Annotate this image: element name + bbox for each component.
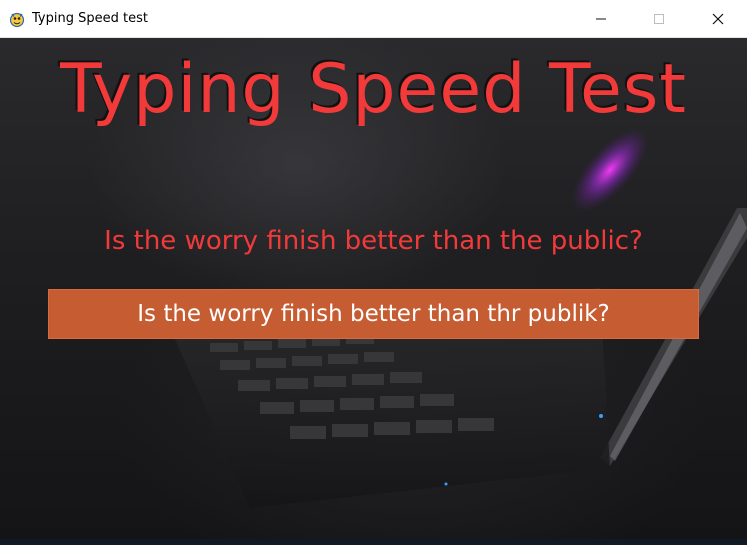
minimize-button[interactable] <box>572 0 630 38</box>
window-bottom-edge <box>0 539 747 545</box>
page-title: Typing Speed Test <box>60 50 687 129</box>
window-title: Typing Speed test <box>32 11 148 26</box>
close-button[interactable] <box>689 0 747 38</box>
close-icon <box>712 13 724 25</box>
title-bar: Typing Speed test <box>0 0 747 38</box>
minimize-icon <box>596 18 606 20</box>
maximize-icon <box>654 14 664 24</box>
typed-text: Is the worry finish better than thr publ… <box>137 301 610 327</box>
maximize-button[interactable] <box>630 0 688 38</box>
pygame-snake-icon <box>8 10 26 28</box>
typing-input-box[interactable]: Is the worry finish better than thr publ… <box>48 289 699 339</box>
target-sentence: Is the worry finish better than the publ… <box>104 226 643 256</box>
app-window: Typing Speed test Typing Speed Test Is t… <box>0 0 747 545</box>
game-canvas[interactable]: Typing Speed Test Is the worry finish be… <box>0 38 747 545</box>
